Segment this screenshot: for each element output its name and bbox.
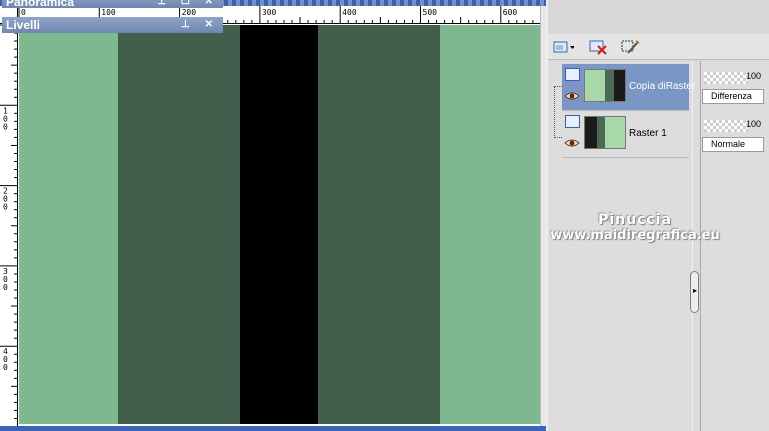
- layers-title-text: Livelli: [6, 18, 41, 32]
- layer-visibility-icon[interactable]: [564, 138, 580, 148]
- panel-buttons[interactable]: ⊥ ☐ ✕: [157, 0, 219, 10]
- opacity-value: 100: [746, 71, 762, 81]
- blend-mode-select[interactable]: Differenza: [702, 89, 764, 104]
- image-stripe: [19, 25, 118, 424]
- image-stripe: [118, 25, 240, 424]
- layer-name: Copia diRaster: [629, 81, 696, 92]
- collapse-panel-handle[interactable]: ▸: [690, 271, 699, 313]
- ruler-tick-label: 0: [21, 8, 26, 17]
- edit-selection-button[interactable]: [620, 38, 642, 56]
- image-stripe: [240, 25, 318, 424]
- layer-row[interactable]: Raster 1: [562, 111, 689, 157]
- layer-separator: [562, 157, 689, 158]
- ruler-tick-label: 400: [342, 8, 357, 17]
- layer-name: Raster 1: [629, 128, 667, 139]
- overview-panel-title[interactable]: Panoramica ⊥ ☐ ✕: [2, 0, 223, 10]
- ruler-tick-label: 100: [101, 8, 116, 17]
- ruler-tick-label: 0: [3, 122, 8, 131]
- image-canvas[interactable]: [19, 25, 540, 424]
- raster-layer-icon: [565, 68, 580, 81]
- image-stripe: [318, 25, 440, 424]
- layer-opacity-slider[interactable]: 100: [702, 70, 769, 84]
- vertical-ruler: 0100200300400: [0, 24, 18, 426]
- panel-buttons[interactable]: ⊥ ✕: [181, 17, 219, 33]
- ruler-tick-label: 500: [423, 8, 438, 17]
- layer-visibility-icon[interactable]: [564, 91, 580, 101]
- ruler-tick-label: 600: [503, 8, 518, 17]
- new-layer-icon: [553, 41, 574, 53]
- layers-toolbar: [548, 34, 769, 60]
- overview-title-text: Panoramica: [6, 0, 75, 9]
- raster-layer-icon: [565, 115, 580, 128]
- delete-layer-icon: [589, 40, 607, 55]
- layers-panel-title[interactable]: Livelli ⊥ ✕: [2, 17, 223, 33]
- taskbar-strip: [0, 426, 546, 431]
- blend-mode-select[interactable]: Normale: [702, 137, 764, 152]
- edit-selection-icon: [621, 40, 640, 54]
- ruler-tick-label: 0: [3, 283, 8, 292]
- delete-layer-button[interactable]: [588, 38, 610, 56]
- layer-opacity-slider[interactable]: 100: [702, 118, 769, 132]
- image-stripe: [440, 25, 540, 424]
- ruler-tick-label: 0: [3, 363, 8, 372]
- ruler-tick-label: 0: [3, 203, 8, 212]
- layer-row[interactable]: Copia diRaster: [562, 64, 695, 110]
- layer-thumbnail: [584, 69, 626, 102]
- opacity-track: [704, 120, 748, 132]
- opacity-value: 100: [746, 119, 762, 129]
- layer-thumbnail: [584, 116, 626, 149]
- new-layer-button[interactable]: [552, 38, 574, 56]
- ruler-tick-label: 300: [262, 8, 277, 17]
- layer-group-connector: [554, 86, 562, 138]
- layer-properties: [700, 61, 769, 431]
- opacity-track: [704, 72, 748, 84]
- image-canvas-window: 0100200300400500600 0100200300400: [0, 0, 546, 431]
